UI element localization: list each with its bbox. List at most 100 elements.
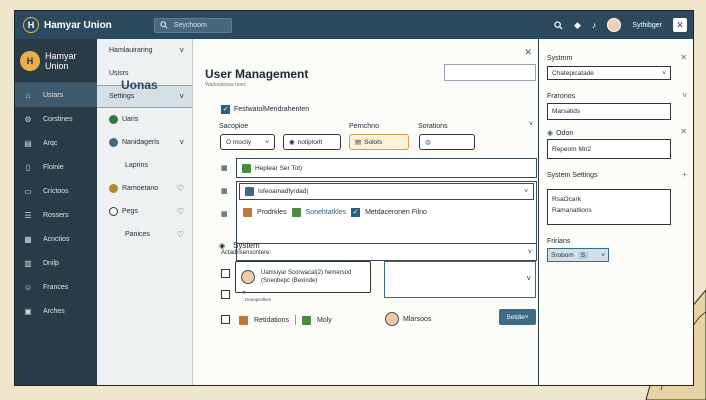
- right-field-2[interactable]: Marsatids: [547, 103, 671, 120]
- nav-item-label: Frances: [43, 283, 69, 291]
- nav-item-7[interactable]: ▥ Dnilp: [15, 251, 97, 275]
- filter-input[interactable]: [444, 64, 536, 81]
- col-label-0: Sacopioe: [219, 123, 249, 130]
- box-icon: [243, 208, 252, 217]
- right-field-4[interactable]: RsaOcark Ramanatlions: [547, 189, 671, 225]
- list-row-1[interactable]: Isfeoamadfyrdad) ˅: [239, 183, 534, 200]
- detail-checkbox[interactable]: ✓: [351, 208, 361, 217]
- check-icon: [245, 187, 254, 196]
- detail-row[interactable]: Prodrkles Sonehtatkles ✓ Metdaceronen Fil…: [243, 208, 427, 217]
- system-label: System: [233, 241, 260, 250]
- user-card[interactable]: Uamsiyar Scorwacal(2) hemersod (Snenbepc …: [235, 261, 371, 293]
- mode-select[interactable]: O mocliy ˅: [220, 134, 275, 150]
- nav-item-9[interactable]: ▣ Arches: [15, 299, 97, 323]
- nav-item-5[interactable]: ☰ Rossers: [15, 203, 97, 227]
- radio-icon: ◉: [547, 130, 554, 137]
- chart-icon: ▤: [24, 138, 32, 148]
- submenu-item-label: Hamlauiraring: [109, 47, 153, 54]
- nav-item-label: Arqc: [43, 139, 58, 147]
- submenu-title: Uonas: [121, 77, 158, 92]
- mode-select-value: O mocliy: [226, 138, 252, 146]
- settle-button[interactable]: Setdle˅: [499, 309, 536, 325]
- chevron-down-icon: ˅: [179, 92, 184, 101]
- options-field[interactable]: ◍: [419, 134, 475, 150]
- nav-item-3[interactable]: ▯ Floinie: [15, 155, 97, 179]
- search-icon: [109, 207, 118, 216]
- text-area[interactable]: ˅: [384, 261, 536, 298]
- username[interactable]: Sythibger: [632, 22, 662, 29]
- close-icon[interactable]: ✕: [680, 127, 687, 136]
- list-row-0[interactable]: Heplear Ser Tot): [236, 158, 537, 178]
- heart-icon[interactable]: ♡: [177, 230, 184, 239]
- selects-button[interactable]: ▤ Solots: [349, 134, 409, 150]
- grid-icon: ▦: [221, 165, 228, 172]
- bottom-user[interactable]: Mlarsoos: [385, 312, 431, 326]
- heart-icon[interactable]: ♡: [177, 184, 184, 193]
- system-section[interactable]: ˅: [236, 243, 537, 261]
- leaf-icon: [242, 163, 251, 173]
- bottom-row: Retidations Moly: [239, 315, 332, 325]
- document-icon: ▤: [355, 139, 362, 146]
- detail-label-0: Prodrkles: [257, 209, 287, 216]
- right-field-3[interactable]: Repeom Mn2: [547, 139, 671, 159]
- submenu-item-label: Ramoetano: [122, 185, 159, 192]
- nav-brand-line1: Hamyar: [45, 50, 77, 61]
- notification-select[interactable]: ◉ notiplorlt: [283, 134, 341, 150]
- chevron-down-icon[interactable]: ˅: [529, 121, 533, 128]
- right-field-2-value: Marsatids: [552, 108, 581, 115]
- nav-item-4[interactable]: ▭ Crictoos: [15, 179, 97, 203]
- card-note: Deaopsolkes: [245, 297, 272, 302]
- diamond-icon[interactable]: ◆: [574, 20, 581, 31]
- selects-button-label: Solots: [364, 138, 383, 146]
- search-icon[interactable]: [554, 20, 563, 30]
- close-icon[interactable]: ✕: [524, 47, 532, 58]
- submenu-item-5[interactable]: Laprins: [97, 154, 192, 177]
- nav-header: H Hamyar Union: [15, 39, 97, 83]
- search-input[interactable]: Seychoom: [153, 17, 232, 33]
- folder-icon: ▭: [24, 186, 32, 196]
- nav-item-1[interactable]: ⚙ Corstines: [15, 107, 97, 131]
- chevron-down-icon[interactable]: ˅: [528, 249, 532, 256]
- right-field-3-value: Repeom Mn2: [552, 145, 592, 153]
- avatar: [241, 270, 255, 284]
- add-icon[interactable]: +: [682, 170, 687, 179]
- detail-label-2: Metdaceronen Filno: [365, 209, 427, 216]
- user-avatar[interactable]: [607, 18, 622, 32]
- note-checkbox[interactable]: [221, 290, 230, 299]
- bell-icon[interactable]: ♪: [592, 20, 597, 30]
- nav-item-label: Dnilp: [43, 259, 59, 267]
- col-label-2: Sorations: [418, 123, 448, 130]
- list-row-label: Heplear Ser Tot): [255, 164, 303, 172]
- close-icon[interactable]: ✕: [673, 18, 687, 32]
- nav-item-0[interactable]: ⌂ Ustars: [15, 83, 97, 107]
- nav-item-label: Floinie: [43, 163, 64, 171]
- submenu-item-8[interactable]: Panices ♡: [97, 223, 192, 246]
- right-field-1[interactable]: Chatepicatade ˅: [547, 66, 671, 80]
- submenu-panel: Uonas Hamlauiraring ˅ Usisrs Settings ˅ Ua…: [97, 39, 193, 385]
- box-icon: [239, 315, 248, 325]
- right-select-button[interactable]: Srobom S ˅: [547, 248, 609, 262]
- nav-item-6[interactable]: ▦ Acnctios: [15, 227, 97, 251]
- users-icon: ☺: [23, 282, 33, 292]
- card-checkbox[interactable]: [221, 269, 230, 278]
- radio-option[interactable]: ◉ Odon: [547, 129, 573, 138]
- col-label-1: Pernchno: [349, 123, 379, 130]
- nav-item-label: Corstines: [43, 115, 73, 123]
- submenu-item-7[interactable]: Pegs ♡: [97, 200, 192, 223]
- submenu-item-0[interactable]: Hamlauiraring ˅: [97, 39, 192, 62]
- detail-label-1: Sonehtatkles: [305, 209, 347, 216]
- chevron-down-icon[interactable]: ˅: [682, 91, 687, 100]
- close-icon[interactable]: ✕: [680, 53, 687, 62]
- chevron-down-icon[interactable]: ˅: [524, 188, 528, 195]
- right-field-1-value: Chatepicatade: [552, 69, 594, 77]
- nav-item-8[interactable]: ☺ Frances: [15, 275, 97, 299]
- nav-item-2[interactable]: ▤ Arqc: [15, 131, 97, 155]
- feature-checkbox[interactable]: ✓: [221, 105, 230, 114]
- search-placeholder: Seychoom: [173, 21, 207, 29]
- bottom-checkbox[interactable]: [221, 315, 230, 324]
- heart-icon[interactable]: ♡: [177, 207, 184, 216]
- submenu-item-4[interactable]: Nanidagerls ˅: [97, 131, 192, 154]
- submenu-item-3[interactable]: Uaris: [97, 108, 192, 131]
- nav-logo: H: [20, 50, 40, 71]
- submenu-item-6[interactable]: Ramoetano ♡: [97, 177, 192, 200]
